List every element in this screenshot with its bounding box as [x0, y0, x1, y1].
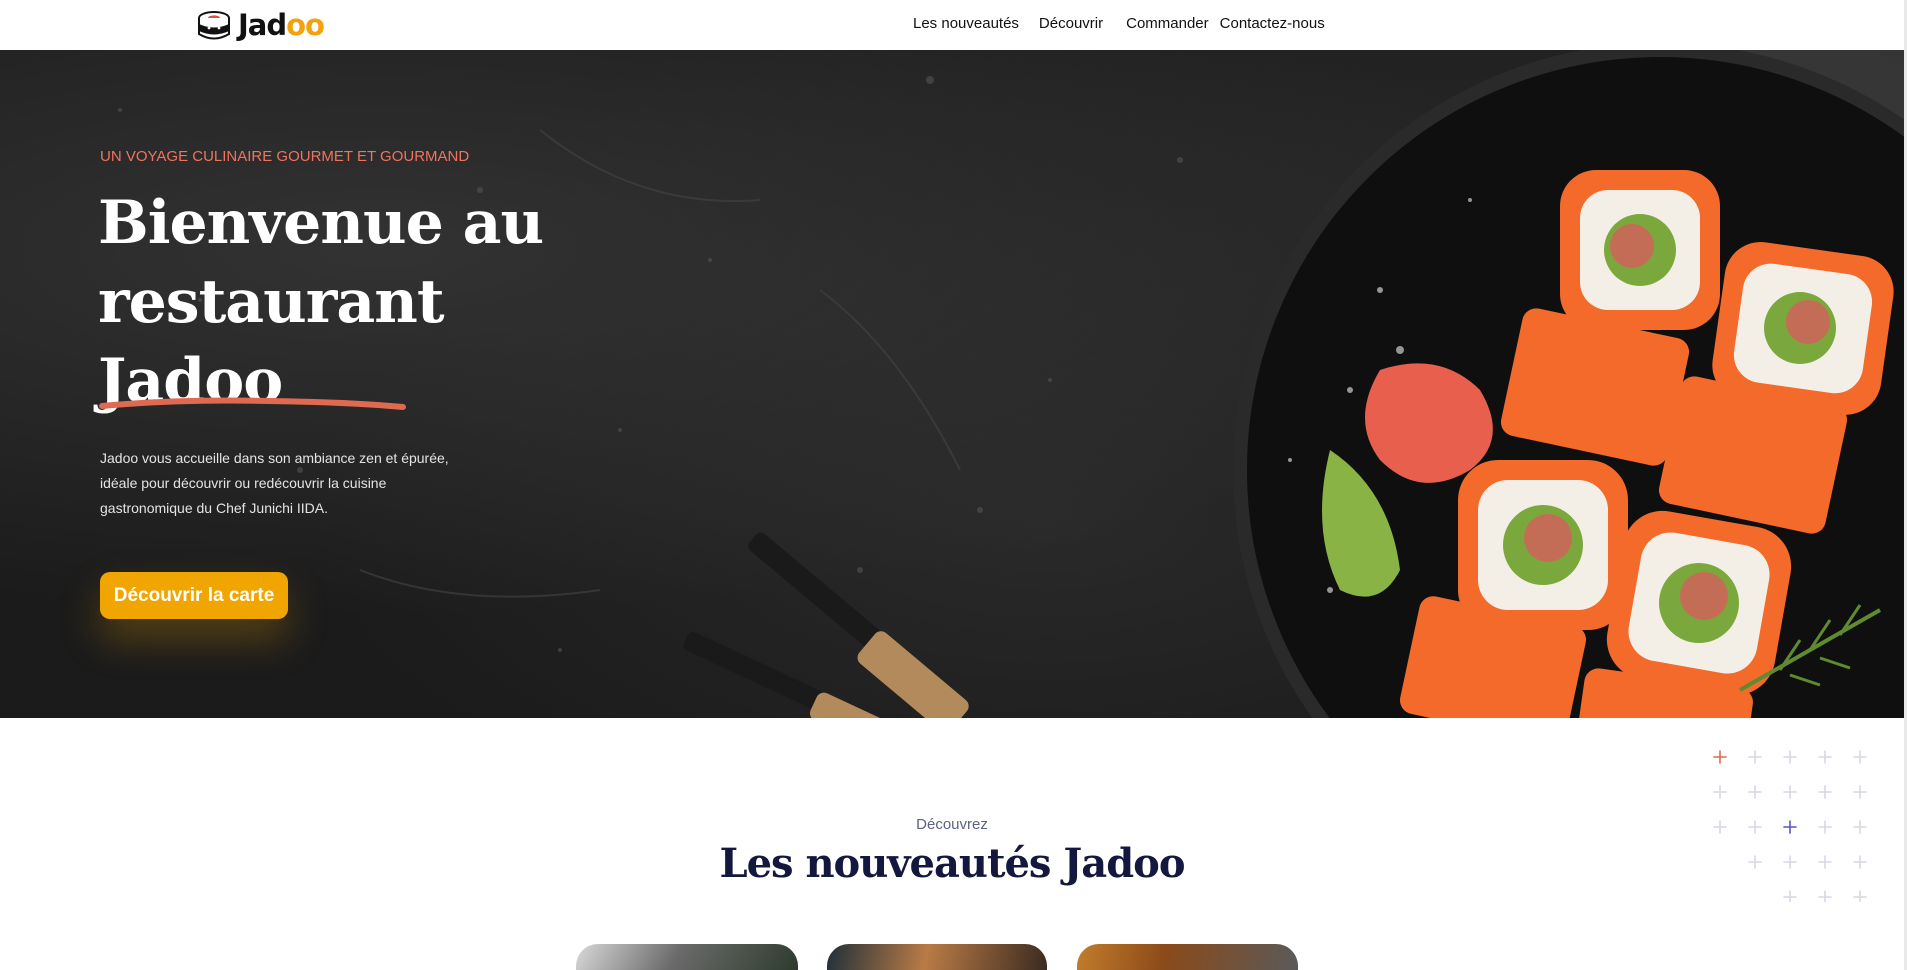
navbar: Jadoo Les nouveautés Découvrir Commander…	[0, 0, 1907, 50]
sushi-mascot-icon	[198, 11, 230, 40]
nav-item-contact[interactable]: Contactez-nous	[1220, 15, 1325, 32]
dish-card-image-2[interactable]	[827, 944, 1047, 970]
nav-item-nouveautes[interactable]: Les nouveautés	[913, 15, 1019, 32]
nav-item-commander[interactable]: Commander	[1126, 15, 1209, 32]
dish-card-image-3[interactable]	[1077, 944, 1298, 970]
hero-description: Jadoo vous accueille dans son ambiance z…	[100, 450, 449, 516]
title-underline-decoration	[99, 397, 406, 410]
section-subtitle: Découvrez	[916, 816, 988, 833]
section-title: Les nouveautés Jadoo	[719, 840, 1185, 887]
main-nav: Les nouveautés Découvrir Commander Conta…	[913, 15, 1325, 32]
hero-title-line-1: Bienvenue au	[98, 188, 544, 258]
hero-tagline: UN VOYAGE CULINAIRE GOURMET ET GOURMAND	[100, 148, 470, 165]
hero-banner: UN VOYAGE CULINAIRE GOURMET ET GOURMAND …	[0, 50, 1904, 718]
brand-logo[interactable]: Jadoo	[196, 7, 325, 43]
dish-card-image-1[interactable]	[576, 944, 798, 970]
discover-menu-button[interactable]: Découvrir la carte	[100, 572, 288, 619]
hero-title-line-2: restaurant	[98, 267, 445, 337]
hero-title: Bienvenue au restaurant Jadoo	[98, 184, 598, 421]
nav-item-decouvrir[interactable]: Découvrir	[1039, 15, 1103, 32]
brand-name: Jadoo	[238, 8, 325, 42]
